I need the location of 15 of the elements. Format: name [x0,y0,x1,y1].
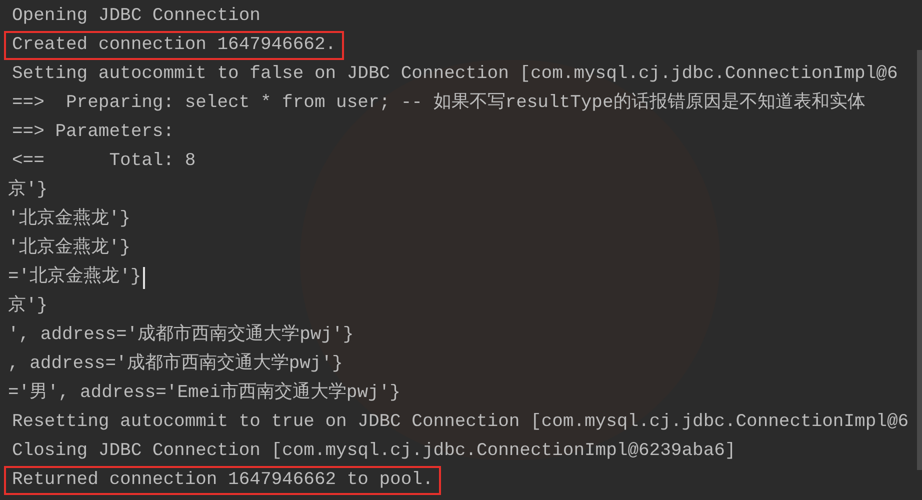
console-line: Closing JDBC Connection [com.mysql.cj.jdbc.ConnectionImpl@6239aba6] [11,440,737,463]
console-line: ='男', address='Emei市西南交通大学pwj'} [7,380,402,405]
console-line: 京'} [7,178,49,202]
console-line: Setting autocommit to false on JDBC Connection [com.mysql.cj.jdbc.ConnectionImpl@6 [11,63,899,86]
console-line: , address='成都市西南交通大学pwj'} [7,352,344,376]
console-line: '北京金燕龙'} [7,236,132,260]
console-line: ==> Preparing: select * from user; -- 如果不写resultType的话报错原因是不知道表和实体 [11,90,866,115]
console-line: ==> Parameters: [11,121,176,144]
console-line: '北京金燕龙'} [7,207,132,231]
console-line: <== Total: 8 [11,150,197,173]
console-line: 京'} [7,294,49,318]
console-line: ', address='成都市西南交通大学pwj'} [7,322,355,347]
console-line: Opening JDBC Connection [11,5,262,28]
console-line: ='北京金燕龙'} [7,265,142,289]
console-line: Resetting autocommit to true on JDBC Connection [com.mysql.cj.jdbc.ConnectionImpl@6 [11,411,910,434]
